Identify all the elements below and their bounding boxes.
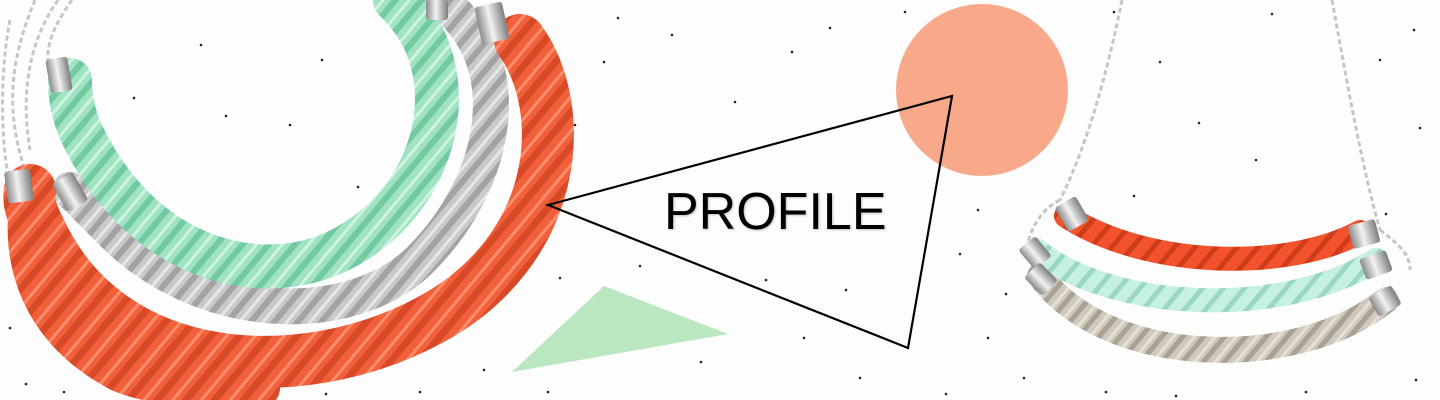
left-necklace-photo [1, 0, 574, 400]
right-necklace-photo [1019, 0, 1412, 363]
coral-circle-shape [896, 4, 1068, 176]
profile-title: PROFILE [664, 183, 887, 241]
mint-triangle-shape [512, 286, 728, 372]
profile-banner: PROFILE [0, 0, 1440, 400]
